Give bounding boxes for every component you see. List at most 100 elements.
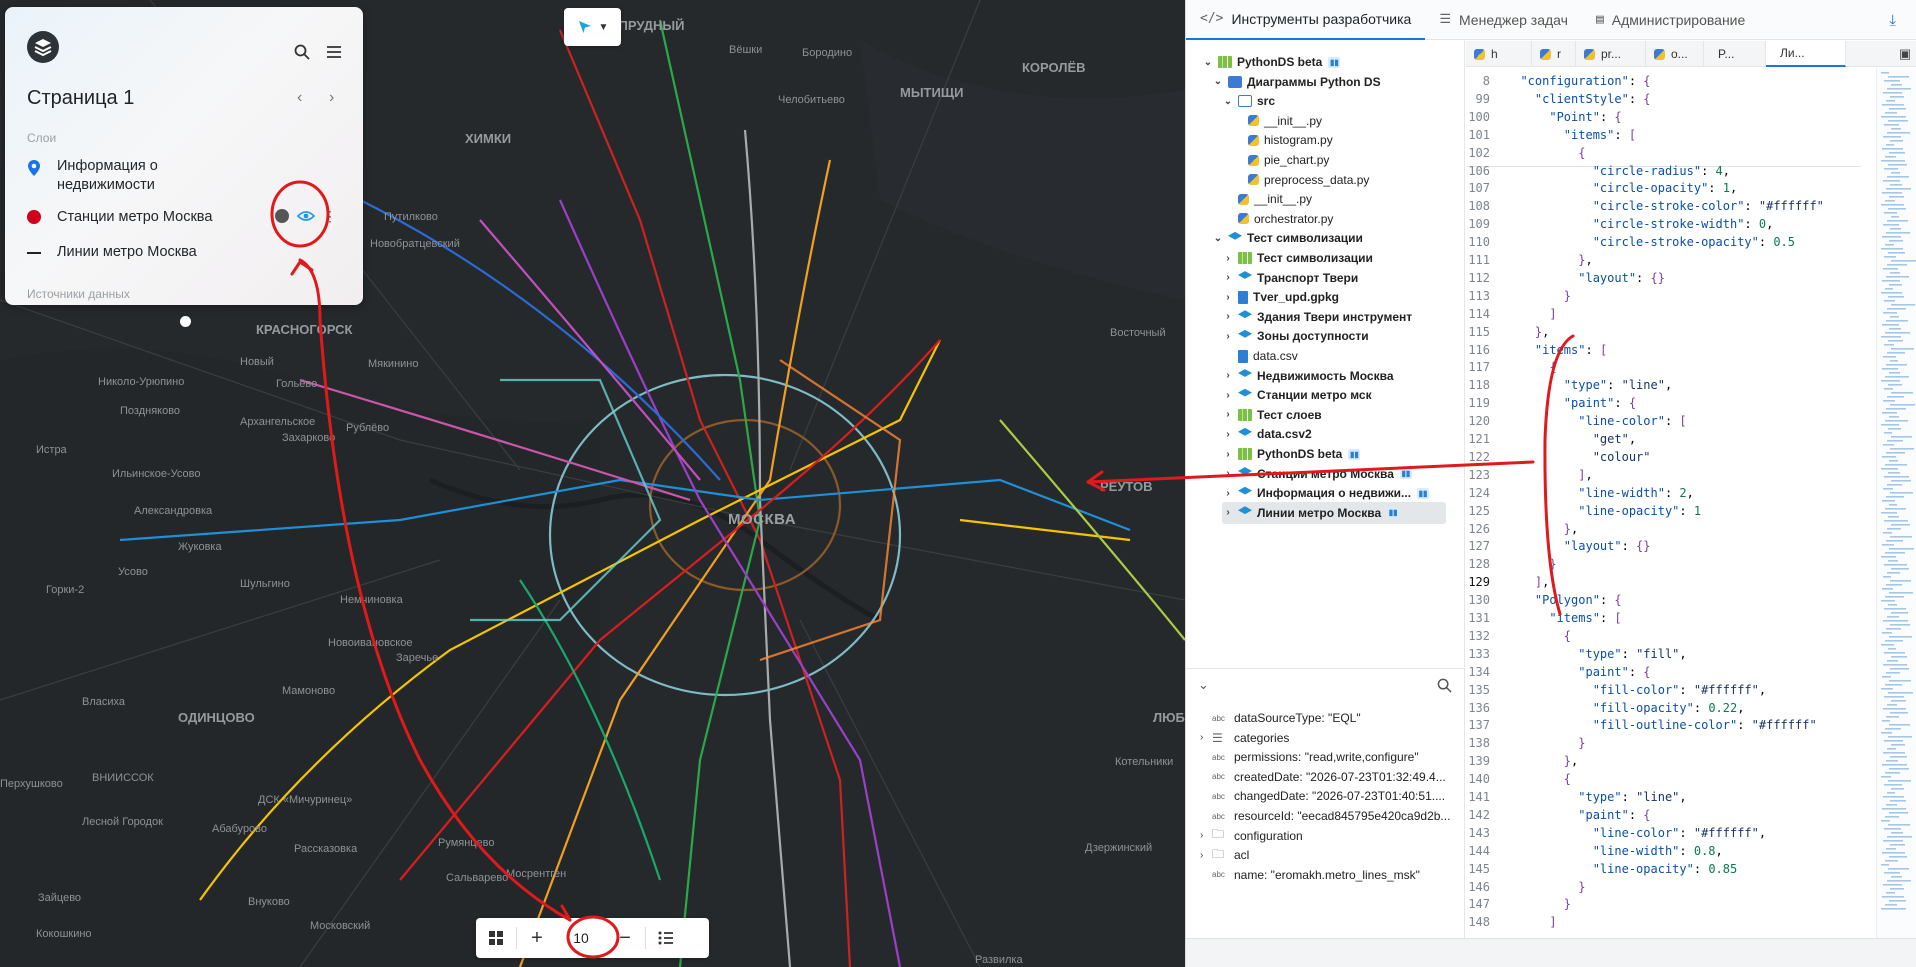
tree-item[interactable]: › Линии метро Москва ▮▮ [1222,501,1446,524]
data-sources-heading[interactable]: Источники данных [27,287,130,301]
dock-icon[interactable]: ⤓ [1889,12,1896,29]
chevron-right-icon[interactable]: › [1222,409,1234,420]
code-line[interactable]: 135 "fill-color": "#ffffff", [1466,681,1861,699]
chevron-right-icon[interactable]: › [1200,732,1212,743]
code-line[interactable]: 100 "Point": { [1466,108,1861,126]
chevron-right-icon[interactable]: › [1222,272,1234,283]
code-line[interactable]: 108 "circle-stroke-color": "#ffffff" [1466,197,1861,215]
code-line[interactable]: 112 "layout": {} [1466,269,1861,287]
chevron-right-icon[interactable]: › [1222,468,1234,479]
layer-item-real-estate[interactable]: Информация о недвижимости [27,157,177,195]
code-line[interactable]: 143 "line-color": "#ffffff", [1466,824,1861,842]
chevron-right-icon[interactable]: › [1222,370,1234,381]
code-line[interactable]: 106 "circle-radius": 4, [1466,162,1861,180]
code-line[interactable]: 139 }, [1466,752,1861,770]
code-line[interactable]: 101 "items": [ [1466,126,1861,144]
app-logo-icon[interactable] [27,31,59,63]
tab-administration[interactable]: ▤ Администрирование [1582,0,1759,40]
chevron-right-icon[interactable]: › [1200,830,1212,841]
menu-icon[interactable] [323,41,345,63]
chevron-right-icon[interactable]: › [1222,292,1234,303]
tree-item[interactable]: › Информация о недвижи... ▮▮ [1222,482,1430,504]
chevron-right-icon[interactable]: › [1222,311,1234,322]
zoom-out-button[interactable]: − [605,918,645,958]
code-line[interactable]: 118 "type": "line", [1466,376,1861,394]
code-line[interactable]: 146 } [1466,878,1861,896]
code-line[interactable]: 124 "line-width": 2, [1466,484,1861,502]
code-line[interactable]: 121 "get", [1466,430,1861,448]
collapse-chevron-icon[interactable]: ⌄ [1198,677,1209,693]
editor-tab[interactable]: pr... [1576,41,1646,67]
search-icon[interactable] [1437,678,1452,693]
chevron-down-icon[interactable]: ⌄ [1222,96,1234,107]
chevron-down-icon[interactable]: ⌄ [1212,76,1224,87]
editor-tab[interactable]: r [1532,41,1576,67]
code-line[interactable]: 116 "items": [ [1466,341,1861,359]
code-line[interactable]: 107 "circle-opacity": 1, [1466,179,1861,197]
prev-page-icon[interactable]: ‹ [297,89,302,107]
chevron-right-icon[interactable]: › [1200,850,1212,861]
layer-item-metro-lines[interactable]: Линии метро Москва [27,243,197,262]
code-line[interactable]: 142 "paint": { [1466,806,1861,824]
chevron-right-icon[interactable]: › [1222,253,1234,264]
code-line[interactable]: 128 } [1466,555,1861,573]
code-line[interactable]: 145 "line-opacity": 0.85 [1466,860,1861,878]
next-page-icon[interactable]: › [329,89,334,107]
code-line[interactable]: 148 ] [1466,913,1861,931]
code-line[interactable]: 147 } [1466,895,1861,913]
legend-list-icon[interactable] [646,918,686,958]
code-line[interactable]: 110 "circle-stroke-opacity": 0.5 [1466,233,1861,251]
code-line[interactable]: 109 "circle-stroke-width": 0, [1466,215,1861,233]
code-line[interactable]: 111 }, [1466,251,1861,269]
code-line[interactable]: 120 "line-color": [ [1466,412,1861,430]
chevron-right-icon[interactable]: › [1222,390,1234,401]
code-line[interactable]: 114 ] [1466,305,1861,323]
chevron-right-icon[interactable]: › [1222,331,1234,342]
editor-tab[interactable]: h [1466,41,1532,67]
zoom-in-button[interactable]: + [517,918,557,958]
code-line[interactable]: 140 { [1466,770,1861,788]
editor-tab[interactable]: o... [1646,41,1704,67]
tab-dev-tools[interactable]: </> Инструменты разработчика [1186,0,1426,40]
code-line[interactable]: 136 "fill-opacity": 0.22, [1466,699,1861,717]
save-icon[interactable]: ▣ [1893,41,1916,66]
property-row[interactable]: abc name: "eromakh.metro_lines_msk" [1200,864,1420,886]
more-icon[interactable]: ⋮ [323,208,337,225]
code-line[interactable]: 131 "items": [ [1466,609,1861,627]
code-line[interactable]: 119 "paint": { [1466,394,1861,412]
code-line[interactable]: 102 { [1466,144,1861,162]
code-line[interactable]: 123 ], [1466,466,1861,484]
code-line[interactable]: 133 "type": "fill", [1466,645,1861,663]
code-line[interactable]: 138 } [1466,734,1861,752]
code-line[interactable]: 144 "line-width": 0.8, [1466,842,1861,860]
code-line[interactable]: 117 { [1466,358,1861,376]
code-line[interactable]: 141 "type": "line", [1466,788,1861,806]
code-line[interactable]: 130 "Polygon": { [1466,591,1861,609]
map-canvas[interactable]: МОСКВА ХИМКИ МЫТИЩИ КОРОЛЁВ КРАСНОГОРСК … [0,0,1185,967]
code-line[interactable]: 137 "fill-outline-color": "#ffffff" [1466,716,1861,734]
search-icon[interactable] [291,41,313,63]
grid-icon[interactable] [476,918,516,958]
chevron-right-icon[interactable]: › [1222,507,1234,518]
chevron-right-icon[interactable]: › [1222,449,1234,460]
code-minimap[interactable] [1876,68,1916,938]
select-tool-button[interactable]: ▼ [564,8,621,46]
tab-task-manager[interactable]: ☰ Менеджер задач [1425,0,1582,40]
code-line[interactable]: 126 }, [1466,520,1861,538]
code-editor[interactable]: 8 "configuration": {99 "clientStyle": {1… [1466,68,1861,938]
code-line[interactable]: 8 "configuration": { [1466,72,1861,90]
code-line[interactable]: 129 ], [1466,573,1861,591]
chevron-right-icon[interactable]: › [1222,488,1234,499]
code-line[interactable]: 122 "colour" [1466,448,1861,466]
code-line[interactable]: 127 "layout": {} [1466,537,1861,555]
editor-tab[interactable]: P... [1704,41,1766,67]
code-line[interactable]: 132 { [1466,627,1861,645]
layer-item-metro-stations[interactable]: Станции метро Москва ⋮ [27,208,337,227]
code-line[interactable]: 115 }, [1466,323,1861,341]
code-line[interactable]: 99 "clientStyle": { [1466,90,1861,108]
code-line[interactable]: 113 } [1466,287,1861,305]
code-line[interactable]: 125 "line-opacity": 1 [1466,502,1861,520]
code-line[interactable]: 134 "paint": { [1466,663,1861,681]
chevron-down-icon[interactable]: ⌄ [1202,57,1214,68]
chevron-down-icon[interactable]: ⌄ [1212,233,1224,244]
